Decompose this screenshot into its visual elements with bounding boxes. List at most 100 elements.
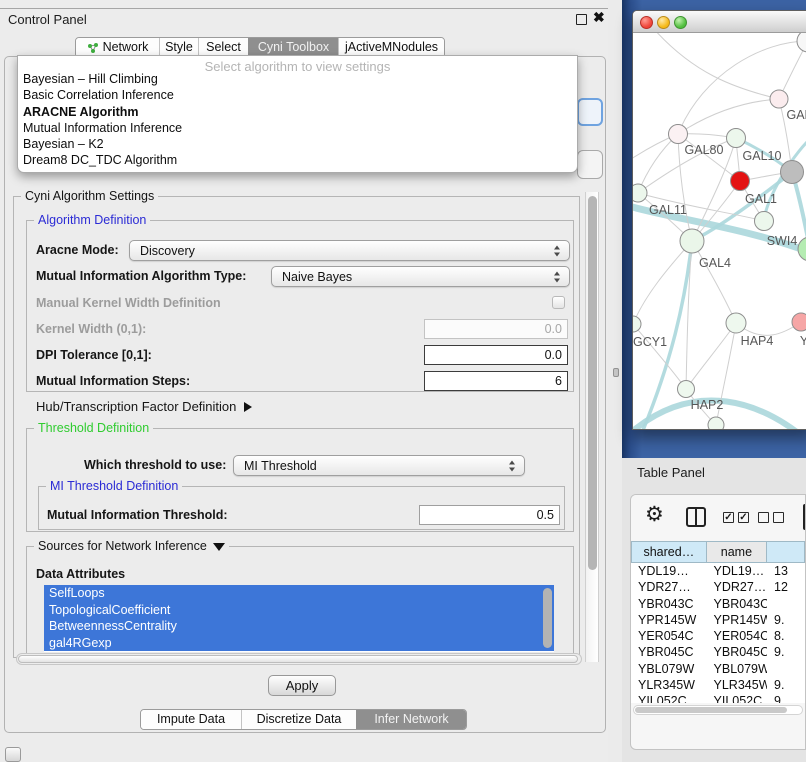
table-row[interactable]: YER054CYER054C8.	[631, 628, 805, 644]
apply-button[interactable]: Apply	[268, 675, 336, 696]
attribute-item[interactable]: gal4RGexp	[44, 635, 554, 652]
hub-section-toggle[interactable]: Hub/Transcription Factor Definition	[36, 399, 252, 414]
table-hscroll-thumb[interactable]	[635, 707, 787, 713]
network-edge[interactable]	[633, 241, 692, 324]
unchecked-box-icon[interactable]	[773, 512, 784, 523]
attribute-list-scrollbar[interactable]	[543, 588, 552, 648]
settings-horizontal-scrollbar[interactable]	[16, 653, 582, 665]
table-row[interactable]: YBR043CYBR043C	[631, 596, 805, 612]
split-panel-icon[interactable]	[686, 507, 706, 527]
table-cell	[767, 596, 805, 612]
network-node[interactable]	[797, 33, 806, 52]
table-horizontal-scrollbar[interactable]	[633, 705, 803, 715]
split-divider[interactable]	[608, 0, 622, 762]
checked-box-icon[interactable]: ✓	[738, 512, 749, 523]
data-attributes-label: Data Attributes	[36, 567, 125, 581]
network-canvas[interactable]: GALGAL80GAL10GAL1GAL11SWI4GAL4GCY1HAP4YH…	[633, 33, 806, 430]
network-view-window[interactable]: GALGAL80GAL10GAL1GAL11SWI4GAL4GCY1HAP4YH…	[632, 10, 806, 430]
attribute-item[interactable]: TopologicalCoefficient	[44, 602, 554, 619]
mi-steps-field[interactable]: 6	[424, 371, 568, 391]
table-cell: 13	[767, 563, 805, 579]
which-threshold-label: Which threshold to use:	[84, 458, 226, 472]
column-header[interactable]	[767, 541, 805, 563]
algorithm-dropdown: Select algorithm to view settings Bayesi…	[17, 55, 578, 173]
network-node[interactable]	[633, 184, 647, 202]
control-panel-title: Control Panel	[8, 12, 87, 27]
table-row[interactable]: YDL19…YDL19…13	[631, 563, 805, 579]
table-cell: YBL079W	[631, 661, 707, 677]
settings-vscroll-thumb[interactable]	[588, 196, 597, 570]
table-cell: YLR345W	[707, 677, 768, 693]
table-row[interactable]: YBR045CYBR045C9.	[631, 644, 805, 660]
close-panel-icon[interactable]: ✖	[593, 9, 605, 26]
aracne-mode-combo[interactable]: Discovery	[129, 240, 570, 261]
network-node[interactable]	[731, 172, 750, 191]
tab-discretize-data[interactable]: Discretize Data	[241, 710, 356, 729]
stepper-arrows-icon	[554, 271, 561, 282]
table-cell: YBR043C	[631, 596, 707, 612]
split-divider-grip[interactable]	[613, 368, 619, 377]
algorithm-option[interactable]: Dream8 DC_TDC Algorithm	[18, 152, 577, 168]
which-threshold-combo[interactable]: MI Threshold	[233, 455, 525, 476]
settings-vertical-scrollbar[interactable]	[585, 192, 599, 662]
which-threshold-value: MI Threshold	[244, 456, 317, 476]
tab-infer-network[interactable]: Infer Network	[356, 710, 466, 729]
sources-group-title[interactable]: Sources for Network Inference	[34, 539, 229, 553]
network-node[interactable]	[727, 129, 746, 148]
network-node[interactable]	[678, 381, 695, 398]
inference-algorithm-combo-partial[interactable]	[577, 98, 603, 126]
algorithm-option[interactable]: Bayesian – K2	[18, 136, 577, 152]
table-row[interactable]: YLR345WYLR345W9.	[631, 677, 805, 693]
data-attributes-list[interactable]: SelfLoopsTopologicalCoefficientBetweenne…	[44, 585, 554, 652]
attribute-item[interactable]: BetweennessCentrality	[44, 618, 554, 635]
table-row[interactable]: YPR145WYPR145W9.	[631, 612, 805, 628]
table-data-combo-partial[interactable]	[577, 150, 603, 179]
table-row[interactable]: YIL052CYIL052C9.	[631, 693, 805, 703]
table-cell: 12	[767, 579, 805, 595]
attribute-item[interactable]: SelfLoops	[44, 585, 554, 602]
aracne-mode-label: Aracne Mode:	[36, 243, 119, 257]
node-label: GAL1	[745, 192, 777, 206]
network-node[interactable]	[792, 313, 806, 331]
network-node[interactable]	[633, 316, 641, 332]
network-edge[interactable]	[678, 99, 779, 134]
network-node[interactable]	[781, 161, 804, 184]
float-panel-icon[interactable]	[576, 14, 587, 25]
mi-type-combo[interactable]: Naive Bayes	[271, 266, 570, 287]
network-node[interactable]	[708, 417, 724, 430]
table-row[interactable]: YBL079WYBL079W	[631, 661, 805, 677]
column-header[interactable]: shared…	[631, 541, 707, 563]
table-row[interactable]: YDR27…YDR27…12	[631, 579, 805, 595]
manual-kernel-checkbox[interactable]	[552, 296, 565, 309]
table-cell: YDL19…	[707, 563, 768, 579]
close-window-icon[interactable]	[640, 16, 653, 29]
bottom-corner-widget[interactable]	[5, 747, 21, 762]
algorithm-option[interactable]: Mutual Information Inference	[18, 120, 577, 136]
network-edge[interactable]	[686, 323, 736, 389]
column-header[interactable]: name	[707, 541, 768, 563]
network-node[interactable]	[726, 313, 746, 333]
minimize-window-icon[interactable]	[657, 16, 670, 29]
algorithm-option[interactable]: ARACNE Algorithm	[18, 104, 577, 120]
checked-box-icon[interactable]: ✓	[723, 512, 734, 523]
network-node[interactable]	[669, 125, 688, 144]
settings-hscroll-thumb[interactable]	[18, 655, 578, 663]
network-window-titlebar[interactable]	[633, 11, 806, 33]
dpi-tolerance-field[interactable]: 0.0	[424, 345, 568, 365]
mi-threshold-field[interactable]: 0.5	[419, 505, 560, 525]
network-node[interactable]	[680, 229, 704, 253]
tab-impute-data[interactable]: Impute Data	[141, 710, 241, 729]
algorithm-option[interactable]: Basic Correlation Inference	[18, 87, 577, 103]
node-label: GAL10	[743, 149, 782, 163]
algorithm-option[interactable]: Bayesian – Hill Climbing	[18, 71, 577, 87]
network-edge[interactable]	[692, 241, 736, 323]
network-edge[interactable]	[633, 324, 686, 389]
kernel-width-field[interactable]: 0.0	[424, 319, 568, 339]
unchecked-box-icon[interactable]	[758, 512, 769, 523]
network-edge[interactable]	[653, 33, 779, 99]
gear-icon[interactable]: ⚙	[645, 502, 664, 527]
zoom-window-icon[interactable]	[674, 16, 687, 29]
network-node[interactable]	[798, 237, 806, 261]
network-node[interactable]	[755, 212, 774, 231]
network-node[interactable]	[770, 90, 788, 108]
